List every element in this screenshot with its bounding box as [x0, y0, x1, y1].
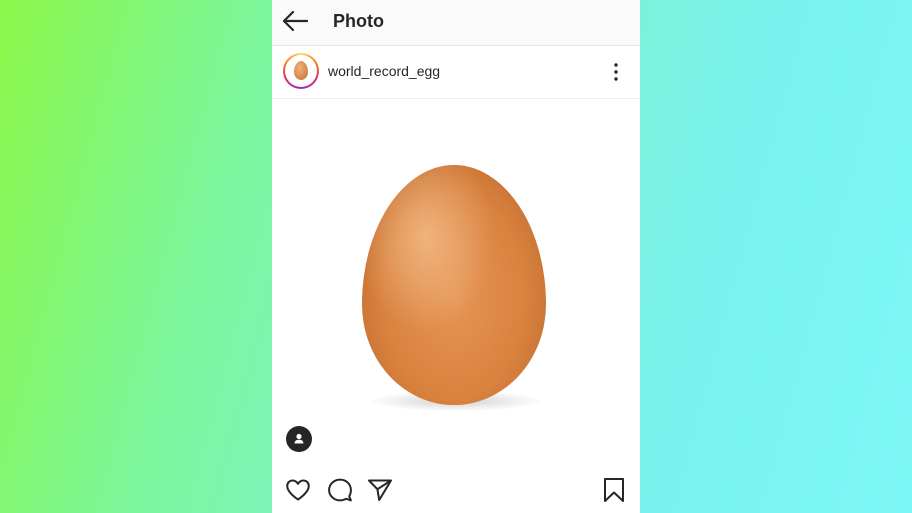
comment-icon	[328, 478, 352, 502]
more-vertical-icon	[614, 63, 618, 81]
user-tag-icon	[294, 433, 304, 444]
arrow-left-icon	[282, 10, 309, 32]
page-title: Photo	[333, 11, 384, 31]
avatar[interactable]	[283, 53, 319, 89]
username-link[interactable]: world_record_egg	[328, 63, 440, 79]
heart-icon	[286, 479, 310, 501]
egg-photo	[362, 165, 546, 405]
instagram-post-screen: Photo world_record_egg	[272, 0, 640, 513]
top-bar: Photo	[272, 0, 640, 46]
share-button[interactable]	[366, 476, 394, 504]
save-button[interactable]	[600, 476, 628, 504]
bookmark-icon	[604, 478, 624, 502]
post-image[interactable]	[272, 99, 640, 465]
post-header: world_record_egg	[272, 46, 640, 99]
send-icon	[368, 479, 392, 501]
like-button[interactable]	[284, 476, 312, 504]
comment-button[interactable]	[326, 476, 354, 504]
more-options-button[interactable]	[606, 60, 626, 84]
action-bar	[272, 466, 640, 513]
egg-avatar-image	[294, 61, 308, 80]
user-tag-button[interactable]	[286, 426, 312, 452]
avatar-ring-inner	[285, 55, 317, 87]
back-button[interactable]	[280, 6, 312, 38]
